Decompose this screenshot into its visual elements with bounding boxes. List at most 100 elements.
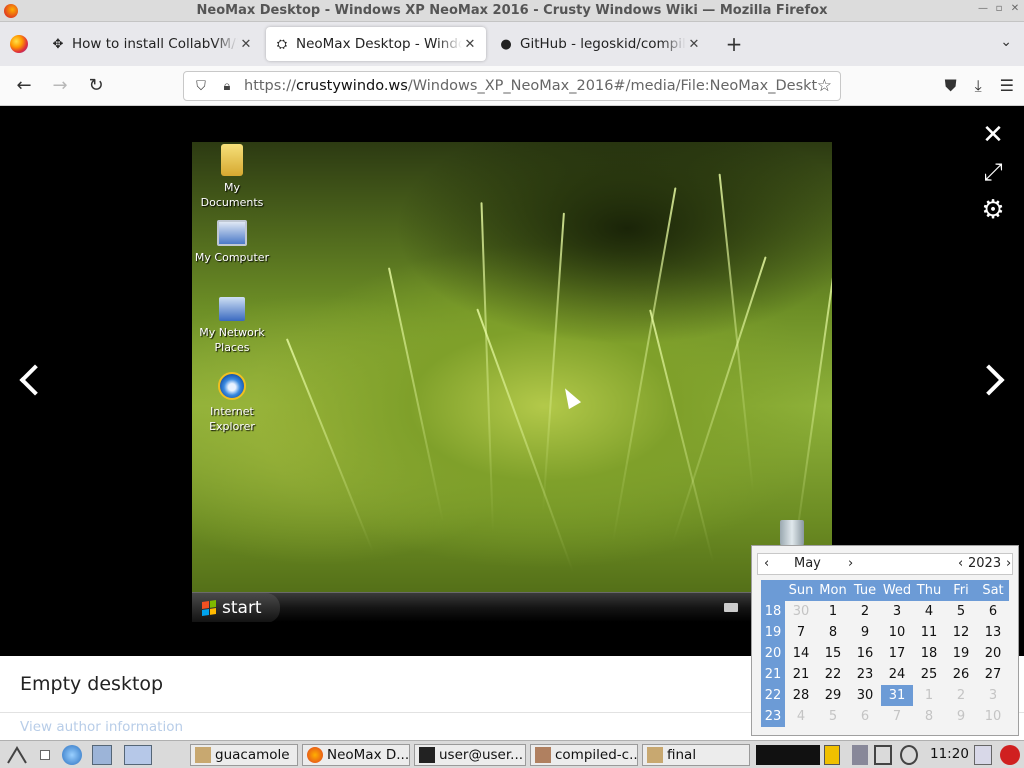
shield-icon[interactable]: ⛉ [192, 79, 210, 94]
calendar-day[interactable]: 8 [817, 622, 849, 643]
calendar-day[interactable]: 4 [785, 706, 817, 727]
calendar-day[interactable]: 3 [881, 601, 913, 622]
calendar-day[interactable]: 16 [849, 643, 881, 664]
tab-collabvm[interactable]: ✥ How to install CollabVM/1.x ✕ [42, 27, 262, 61]
folder-icon [221, 144, 243, 176]
calendar-day[interactable]: 20 [977, 643, 1009, 664]
close-tab-icon[interactable]: ✕ [238, 37, 254, 52]
firefox-view-icon[interactable] [10, 35, 28, 53]
calendar-day[interactable]: 12 [945, 622, 977, 643]
tab-github[interactable]: ● GitHub - legoskid/compiled- ✕ [490, 27, 710, 61]
taskbar-item-guacamole[interactable]: guacamole [190, 744, 298, 766]
clipboard-icon[interactable] [824, 745, 840, 765]
settings-gear-icon[interactable]: ⚙ [976, 195, 1010, 225]
calendar-day[interactable]: 22 [817, 664, 849, 685]
calendar-day[interactable]: 30 [849, 685, 881, 706]
calendar-day[interactable]: 24 [881, 664, 913, 685]
firefox-launcher-icon[interactable] [124, 745, 152, 765]
network-tray-icon[interactable] [874, 745, 892, 765]
calendar-day[interactable]: 4 [913, 601, 945, 622]
bookmark-star-icon[interactable]: ☆ [817, 76, 832, 96]
author-info-link[interactable]: View author information [20, 719, 183, 735]
calendar-day[interactable]: 2 [945, 685, 977, 706]
calendar-day[interactable]: 9 [945, 706, 977, 727]
calendar-week-row: 22 28 29 30 31 1 2 3 [761, 685, 1009, 706]
desktop-icon-my-computer[interactable]: My Computer [192, 220, 272, 265]
display-icon[interactable] [974, 745, 992, 765]
calendar-day[interactable]: 15 [817, 643, 849, 664]
taskbar-item-neomax[interactable]: NeoMax D... [302, 744, 410, 766]
recycle-bin-icon[interactable] [780, 520, 804, 548]
calendar-day[interactable]: 26 [945, 664, 977, 685]
taskbar-item-compiled[interactable]: compiled-c... [530, 744, 638, 766]
forward-arrow-icon[interactable]: → [42, 75, 78, 96]
calendar-day[interactable]: 6 [849, 706, 881, 727]
calendar-day[interactable]: 29 [817, 685, 849, 706]
calendar-day[interactable]: 10 [977, 706, 1009, 727]
desktop-icon-my-documents[interactable]: My Documents [192, 144, 272, 210]
calendar-day[interactable]: 14 [785, 643, 817, 664]
close-tab-icon[interactable]: ✕ [462, 37, 478, 52]
calendar-day[interactable]: 1 [817, 601, 849, 622]
calendar-day[interactable]: 7 [785, 622, 817, 643]
browser-launcher-icon[interactable] [62, 745, 82, 765]
calendar-day[interactable]: 2 [849, 601, 881, 622]
calendar-day[interactable]: 6 [977, 601, 1009, 622]
minimize-button[interactable]: — [976, 3, 990, 14]
taskbar-clock[interactable]: 11:20 [930, 746, 969, 762]
calendar-day[interactable]: 21 [785, 664, 817, 685]
maximize-button[interactable]: ▫ [992, 3, 1006, 14]
calendar-day[interactable]: 17 [881, 643, 913, 664]
calendar-day[interactable]: 31 [881, 685, 913, 706]
url-text[interactable]: https://crustywindo.ws/Windows_XP_NeoMax… [244, 78, 817, 94]
window-list-icon[interactable] [92, 745, 112, 765]
calendar-day[interactable]: 5 [945, 601, 977, 622]
show-desktop-icon[interactable] [40, 750, 50, 760]
prev-year-chevron-icon[interactable]: ‹ [958, 556, 963, 571]
pocket-icon[interactable]: ⛊ [945, 76, 957, 96]
xp-start-button[interactable]: start [192, 593, 280, 622]
tab-neomax[interactable]: ⛭ NeoMax Desktop - Windows XP ✕ [266, 27, 486, 61]
desktop-icon-internet-explorer[interactable]: Internet Explorer [192, 372, 272, 434]
calendar-day[interactable]: 7 [881, 706, 913, 727]
taskbar-item-terminal[interactable]: user@user... [414, 744, 526, 766]
lock-icon[interactable]: 🔒︎ [218, 79, 236, 94]
calendar-weekday: Sun [785, 580, 817, 601]
hamburger-menu-icon[interactable]: ☰ [1000, 76, 1014, 96]
calendar-day[interactable]: 8 [913, 706, 945, 727]
calendar-day[interactable]: 1 [913, 685, 945, 706]
calendar-day[interactable]: 30 [785, 601, 817, 622]
url-bar[interactable]: ⛉ 🔒︎ https://crustywindo.ws/Windows_XP_N… [183, 71, 841, 101]
calendar-day[interactable]: 5 [817, 706, 849, 727]
downloads-icon[interactable]: ⤓ [975, 76, 982, 96]
reload-icon[interactable]: ↻ [78, 75, 114, 96]
security-shield-icon[interactable] [900, 745, 918, 765]
prev-month-chevron-icon[interactable]: ‹ [764, 556, 769, 571]
navigation-bar: ← → ↻ ⛉ 🔒︎ https://crustywindo.ws/Window… [0, 66, 1024, 106]
calendar-day[interactable]: 10 [881, 622, 913, 643]
calendar-day[interactable]: 9 [849, 622, 881, 643]
calendar-day[interactable]: 27 [977, 664, 1009, 685]
new-tab-button[interactable]: + [720, 32, 748, 56]
list-all-tabs-chevron-icon[interactable]: ⌄ [1000, 34, 1012, 50]
back-arrow-icon[interactable]: ← [6, 75, 42, 96]
fullscreen-icon[interactable]: ⤢ [976, 158, 1010, 186]
calendar-day[interactable]: 11 [913, 622, 945, 643]
calendar-day[interactable]: 18 [913, 643, 945, 664]
calendar-day[interactable]: 23 [849, 664, 881, 685]
next-month-chevron-icon[interactable]: › [848, 556, 853, 571]
calendar-day[interactable]: 28 [785, 685, 817, 706]
close-window-button[interactable]: ✕ [1008, 3, 1022, 14]
close-viewer-icon[interactable]: ✕ [976, 120, 1010, 150]
calendar-day[interactable]: 13 [977, 622, 1009, 643]
next-year-chevron-icon[interactable]: › [1006, 556, 1011, 571]
calendar-day[interactable]: 19 [945, 643, 977, 664]
close-tab-icon[interactable]: ✕ [686, 37, 702, 52]
calendar-day[interactable]: 25 [913, 664, 945, 685]
power-icon[interactable] [1000, 745, 1020, 765]
calendar-day[interactable]: 3 [977, 685, 1009, 706]
search-icon[interactable] [852, 745, 868, 765]
taskbar-item-final[interactable]: final [642, 744, 750, 766]
app-menu-icon[interactable] [6, 745, 27, 765]
desktop-icon-my-network-places[interactable]: My Network Places [192, 297, 272, 355]
